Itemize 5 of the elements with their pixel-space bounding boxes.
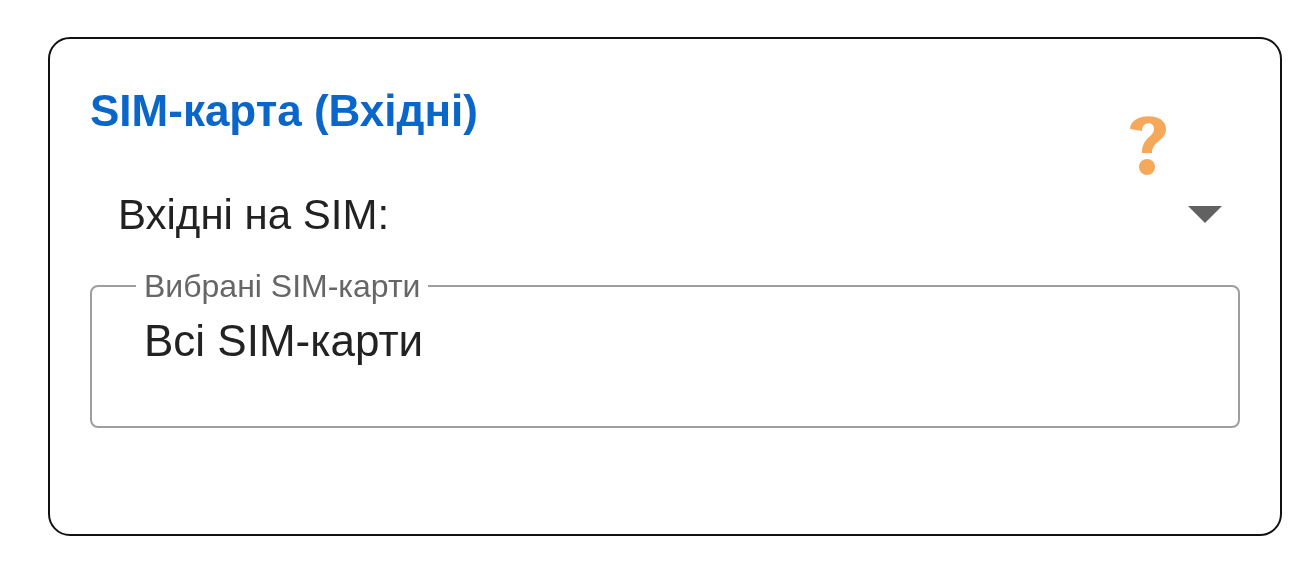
card-title: SIM-карта (Вхідні) (90, 85, 478, 137)
field-label: Вибрані SIM-карти (143, 270, 422, 302)
field-value: Всі SIM-карти (144, 315, 425, 367)
caret-icon (1188, 206, 1222, 223)
sim-dropdown[interactable]: Вхідні на SIM: (90, 183, 1240, 246)
